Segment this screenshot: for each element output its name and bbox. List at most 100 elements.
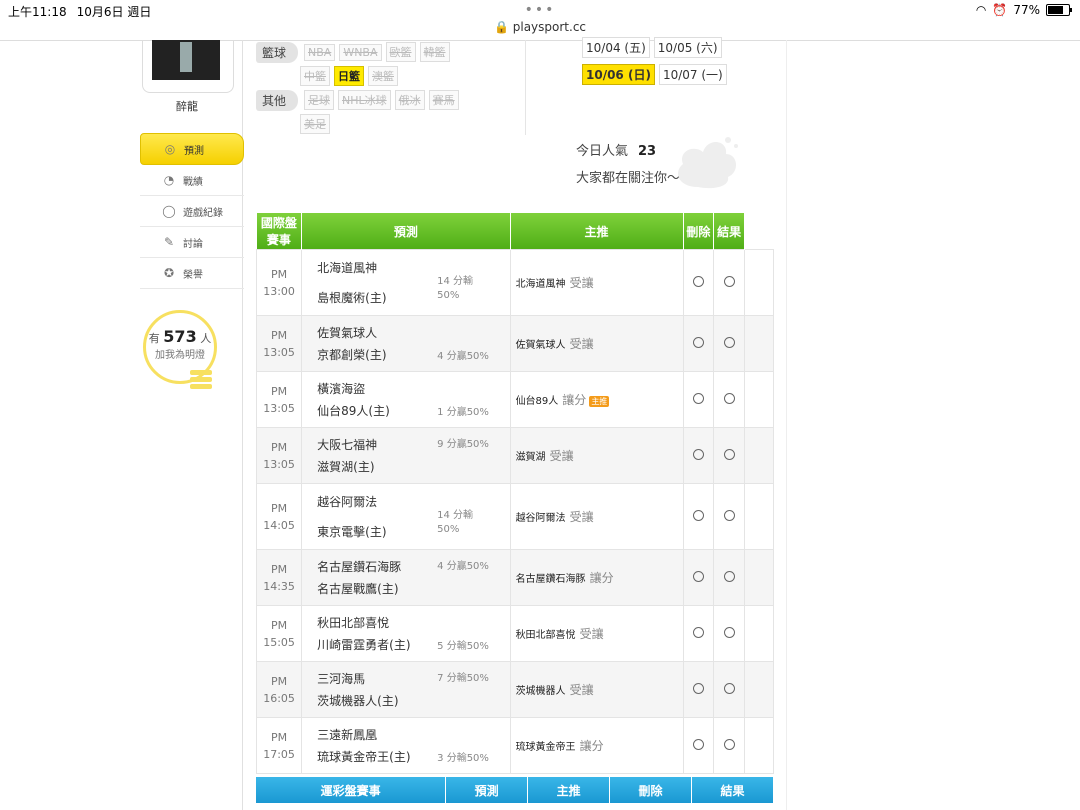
- prediction: 秋田北部喜悅 受讓: [509, 605, 684, 662]
- browser-url-bar[interactable]: ••• 🔒 playsport.cc: [0, 0, 1080, 40]
- away-team: 三遠新鳳凰: [317, 727, 378, 742]
- column-header: 刪除: [609, 777, 693, 803]
- filter-tag[interactable]: 中籃: [300, 66, 330, 86]
- pick-team: 秋田北部喜悅: [515, 630, 576, 641]
- filter-tag[interactable]: 足球: [304, 90, 334, 110]
- table-row: PM 15:05 秋田北部喜悅 川崎雷霆勇者(主) 5 分輸50% 秋田北部喜悅 受讓: [255, 605, 774, 662]
- prediction: 名古屋鑽石海豚 讓分: [509, 549, 684, 606]
- column-header: 結果: [691, 777, 774, 803]
- lottery-match-table: 運彩盤賽事 預測 主推 刪除 結果: [256, 777, 774, 803]
- nav-item-4[interactable]: ✪ 榮譽: [140, 258, 244, 289]
- match-time: PM 13:05: [255, 371, 303, 428]
- pick-type: 讓分: [589, 571, 614, 585]
- filter-row: 中籃 日籃 澳籃: [256, 64, 526, 88]
- feature-radio[interactable]: [682, 249, 715, 316]
- match-teams: 北海道風神 島根魔術(主) 14 分輸 50%: [301, 249, 511, 316]
- filter-tag[interactable]: 俄冰: [394, 90, 425, 110]
- home-team: 名古屋戰鷹(主): [317, 581, 399, 596]
- delete-radio[interactable]: [713, 605, 746, 662]
- column-header: 結果: [713, 213, 746, 250]
- filter-tag[interactable]: NHL冰球: [338, 90, 391, 110]
- radio-circle-icon: [692, 570, 704, 582]
- date-button[interactable]: 10/07 (一): [658, 64, 727, 85]
- pick-team: 佐賀氣球人: [515, 340, 566, 351]
- filter-tag[interactable]: 美足: [300, 114, 330, 134]
- nav-item-3[interactable]: ✎ 討論: [140, 227, 244, 258]
- radio-circle-icon: [723, 448, 735, 460]
- feature-radio[interactable]: [682, 717, 715, 774]
- match-ampm: PM: [271, 440, 288, 454]
- column-header: 國際盤賽事: [256, 213, 303, 250]
- lightbulb-text: 加我為明燈: [155, 350, 205, 361]
- filter-tag[interactable]: 賽馬: [428, 90, 459, 110]
- match-clock: 17:05: [263, 747, 295, 761]
- column-header: 刪除: [683, 213, 715, 250]
- nav-item-2[interactable]: ◯ 遊戲紀錄: [140, 196, 244, 227]
- popularity-value: 23: [638, 144, 657, 159]
- pick-type: 受讓: [569, 276, 594, 290]
- delete-radio[interactable]: [713, 427, 746, 484]
- feature-radio[interactable]: [682, 549, 715, 606]
- match-odds: 5 分輸50%: [437, 641, 489, 652]
- filter-row: 其他 足球 NHL冰球 俄冰 賽馬: [256, 88, 526, 112]
- match-time: PM 17:05: [255, 717, 303, 774]
- more-dots-icon[interactable]: •••: [0, 2, 1080, 18]
- feature-radio[interactable]: [682, 605, 715, 662]
- date-button[interactable]: 10/05 (六): [653, 37, 722, 58]
- column-header: 主推: [510, 213, 684, 250]
- radio-circle-icon: [692, 275, 704, 287]
- lightbulb-icon: [190, 370, 212, 398]
- avatar[interactable]: [152, 40, 220, 80]
- lightbulb-count: 573: [163, 327, 197, 346]
- feature-radio[interactable]: [682, 427, 715, 484]
- feature-radio[interactable]: [682, 661, 715, 718]
- radio-circle-icon: [692, 336, 704, 348]
- lightbulb-prefix: 有: [148, 332, 160, 345]
- match-clock: 13:05: [263, 457, 295, 471]
- result-cell: [744, 249, 774, 316]
- match-teams: 大阪七福神 滋賀湖(主) 9 分贏50%: [301, 427, 511, 484]
- delete-radio[interactable]: [713, 483, 746, 550]
- mascot-icon: [678, 137, 738, 189]
- date-button[interactable]: 10/04 (五): [582, 37, 650, 58]
- delete-radio[interactable]: [713, 249, 746, 316]
- home-team: 滋賀湖(主): [317, 459, 375, 474]
- filter-tag[interactable]: 歐籃: [385, 42, 416, 62]
- pick-team: 北海道風神: [515, 279, 566, 290]
- home-team: 島根魔術(主): [317, 290, 387, 305]
- column-header: 主推: [527, 777, 611, 803]
- match-odds: 4 分贏50%: [437, 561, 489, 572]
- feature-radio[interactable]: [682, 315, 715, 372]
- filter-tag[interactable]: NBA: [304, 43, 336, 61]
- match-odds: 1 分贏50%: [437, 407, 489, 418]
- date-button[interactable]: 10/06 (日): [582, 64, 655, 85]
- delete-radio[interactable]: [713, 371, 746, 428]
- delete-radio[interactable]: [713, 315, 746, 372]
- nav-item-0[interactable]: ◎ 預測: [140, 133, 244, 165]
- filter-tag[interactable]: 澳籃: [368, 66, 398, 86]
- column-header: 運彩盤賽事: [256, 777, 447, 803]
- result-cell: [744, 483, 774, 550]
- filter-tag[interactable]: WNBA: [339, 43, 382, 61]
- delete-radio[interactable]: [713, 661, 746, 718]
- filter-tag[interactable]: 韓籃: [419, 42, 450, 62]
- lock-icon: 🔒: [493, 20, 509, 34]
- delete-radio[interactable]: [713, 549, 746, 606]
- feature-radio[interactable]: [682, 371, 715, 428]
- result-cell: [744, 371, 774, 428]
- match-time: PM 13:00: [255, 249, 303, 316]
- radio-circle-icon: [692, 738, 704, 750]
- nav-item-1[interactable]: ◔ 戰績: [140, 165, 244, 196]
- radio-circle-icon: [723, 738, 735, 750]
- result-cell: [744, 661, 774, 718]
- delete-radio[interactable]: [713, 717, 746, 774]
- lightbulb-suffix: 人: [200, 332, 212, 345]
- prediction: 琉球黃金帝王 讓分: [509, 717, 684, 774]
- match-clock: 13:05: [263, 401, 295, 415]
- prediction: 越谷阿爾法 受讓: [509, 483, 684, 550]
- filter-tag[interactable]: 日籃: [334, 66, 364, 86]
- match-odds: 14 分輸 50%: [437, 510, 474, 535]
- match-clock: 13:00: [263, 284, 295, 298]
- feature-radio[interactable]: [682, 483, 715, 550]
- match-clock: 16:05: [263, 691, 295, 705]
